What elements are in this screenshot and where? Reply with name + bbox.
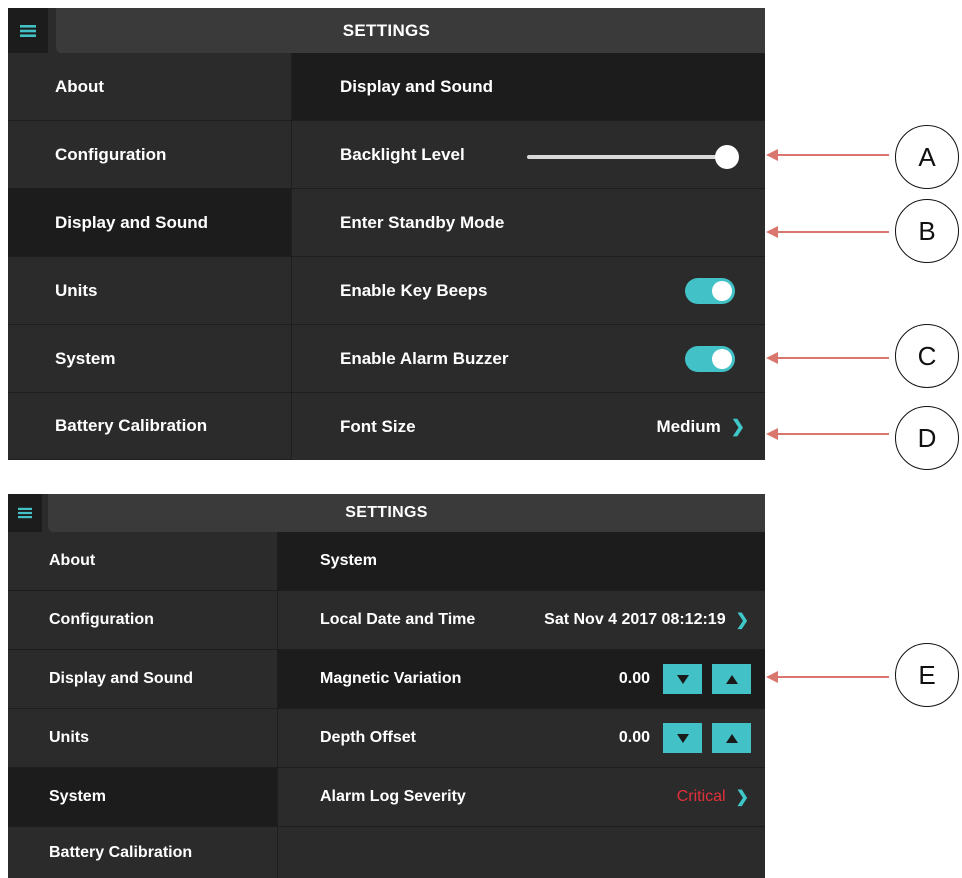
chevron-right-icon: ❯ [735, 612, 749, 629]
callout-b: B [895, 199, 959, 263]
section-header: Display and Sound [292, 53, 765, 121]
nav-item-label: Units [49, 729, 89, 746]
nav-item-label: Display and Sound [55, 212, 209, 232]
nav-item-label: Battery Calibration [55, 416, 208, 435]
section-title: Display and Sound [340, 76, 494, 96]
title-bar: SETTINGS [8, 8, 765, 53]
alarm-buzzer-label: Enable Alarm Buzzer [340, 348, 509, 368]
chevron-right-icon: ❯ [730, 416, 745, 436]
nav-item-label: About [55, 76, 105, 96]
callout-label: E [918, 659, 936, 690]
section-header: System [278, 532, 765, 591]
settings-screen-system: SETTINGS About Configuration Display and… [8, 494, 765, 878]
local-date-time-value: Sat Nov 4 2017 08:12:19 [544, 611, 726, 628]
increment-button[interactable] [712, 664, 751, 694]
toggle-knob [712, 348, 732, 369]
triangle-up-icon [725, 674, 738, 684]
nav-item-label: Configuration [55, 144, 167, 164]
toggle-knob [712, 280, 732, 301]
nav-item-system[interactable]: System [8, 325, 292, 393]
callout-arrow-e [766, 671, 889, 683]
nav-item-label: System [55, 348, 116, 368]
callout-c: C [895, 324, 959, 388]
nav-item-system[interactable]: System [8, 768, 278, 827]
callout-arrow-a [766, 149, 889, 161]
page-title: SETTINGS [345, 504, 428, 521]
nav-item-label: Display and Sound [49, 670, 194, 687]
alarm-log-severity-value: Critical [676, 788, 726, 805]
key-beeps-toggle[interactable] [685, 277, 735, 304]
page-title: SETTINGS [342, 20, 431, 40]
settings-screen-display: SETTINGS About Configuration Display and… [8, 8, 765, 460]
callout-arrow-b [766, 226, 889, 238]
triangle-down-icon [676, 733, 689, 743]
nav-item-display-and-sound[interactable]: Display and Sound [8, 650, 278, 709]
hamburger-icon [20, 24, 36, 37]
callout-arrow-c [766, 352, 889, 364]
empty-content-area [278, 827, 765, 878]
callout-label: D [917, 422, 937, 453]
nav-item-battery-calibration[interactable]: Battery Calibration [8, 827, 278, 878]
section-title: System [320, 552, 377, 569]
triangle-down-icon [676, 674, 689, 684]
nav-item-label: Configuration [49, 611, 154, 628]
alarm-buzzer-row: Enable Alarm Buzzer [292, 325, 765, 393]
magnetic-variation-value: 0.00 [618, 670, 650, 687]
magnetic-variation-controls: 0.00 [619, 664, 751, 694]
menu-button[interactable] [8, 494, 42, 532]
callout-label: A [918, 141, 936, 172]
font-size-row[interactable]: Font Size Medium ❯ [292, 393, 765, 460]
nav-item-display-and-sound[interactable]: Display and Sound [8, 189, 292, 257]
chevron-right-icon: ❯ [735, 789, 749, 806]
callout-e: E [895, 643, 959, 707]
nav-item-units[interactable]: Units [8, 257, 292, 325]
callout-label: C [917, 340, 937, 371]
key-beeps-label: Enable Key Beeps [340, 280, 488, 300]
callout-arrow-d [766, 428, 889, 440]
callout-d: D [895, 406, 959, 470]
alarm-log-severity-label: Alarm Log Severity [320, 788, 466, 805]
magnetic-variation-label: Magnetic Variation [320, 670, 462, 687]
alarm-buzzer-toggle[interactable] [685, 345, 735, 372]
nav-item-units[interactable]: Units [8, 709, 278, 768]
depth-offset-row: Depth Offset 0.00 [278, 709, 765, 768]
nav-item-battery-calibration[interactable]: Battery Calibration [8, 393, 292, 460]
font-size-value: Medium [656, 416, 721, 436]
font-size-label: Font Size [340, 416, 416, 436]
menu-button[interactable] [8, 8, 48, 53]
nav-item-about[interactable]: About [8, 53, 292, 121]
enter-standby-row[interactable]: Enter Standby Mode [292, 189, 765, 257]
enter-standby-label: Enter Standby Mode [340, 212, 505, 232]
backlight-slider[interactable] [527, 145, 739, 169]
nav-item-label: Battery Calibration [49, 843, 193, 861]
nav-item-configuration[interactable]: Configuration [8, 591, 278, 650]
alarm-log-severity-value-group: Critical ❯ [677, 787, 749, 807]
local-date-time-label: Local Date and Time [320, 611, 476, 628]
hamburger-icon [18, 507, 32, 519]
local-date-time-row[interactable]: Local Date and Time Sat Nov 4 2017 08:12… [278, 591, 765, 650]
backlight-level-label: Backlight Level [340, 144, 465, 164]
decrement-button[interactable] [663, 664, 702, 694]
nav-item-label: Units [55, 280, 98, 300]
depth-offset-controls: 0.00 [619, 723, 751, 753]
font-size-value-group: Medium ❯ [657, 417, 745, 437]
nav-item-label: About [49, 552, 96, 569]
nav-item-about[interactable]: About [8, 532, 278, 591]
callout-a: A [895, 125, 959, 189]
triangle-up-icon [725, 733, 738, 743]
depth-offset-label: Depth Offset [320, 729, 416, 746]
backlight-slider-thumb[interactable] [715, 145, 739, 169]
title-bar: SETTINGS [8, 494, 765, 532]
local-date-time-value-group: Sat Nov 4 2017 08:12:19 ❯ [544, 610, 749, 630]
depth-offset-value: 0.00 [618, 729, 650, 746]
key-beeps-row: Enable Key Beeps [292, 257, 765, 325]
callout-label: B [918, 215, 936, 246]
magnetic-variation-row: Magnetic Variation 0.00 [278, 650, 765, 709]
alarm-log-severity-row[interactable]: Alarm Log Severity Critical ❯ [278, 768, 765, 827]
nav-item-configuration[interactable]: Configuration [8, 121, 292, 189]
nav-item-label: System [49, 788, 106, 805]
increment-button[interactable] [712, 723, 751, 753]
decrement-button[interactable] [663, 723, 702, 753]
